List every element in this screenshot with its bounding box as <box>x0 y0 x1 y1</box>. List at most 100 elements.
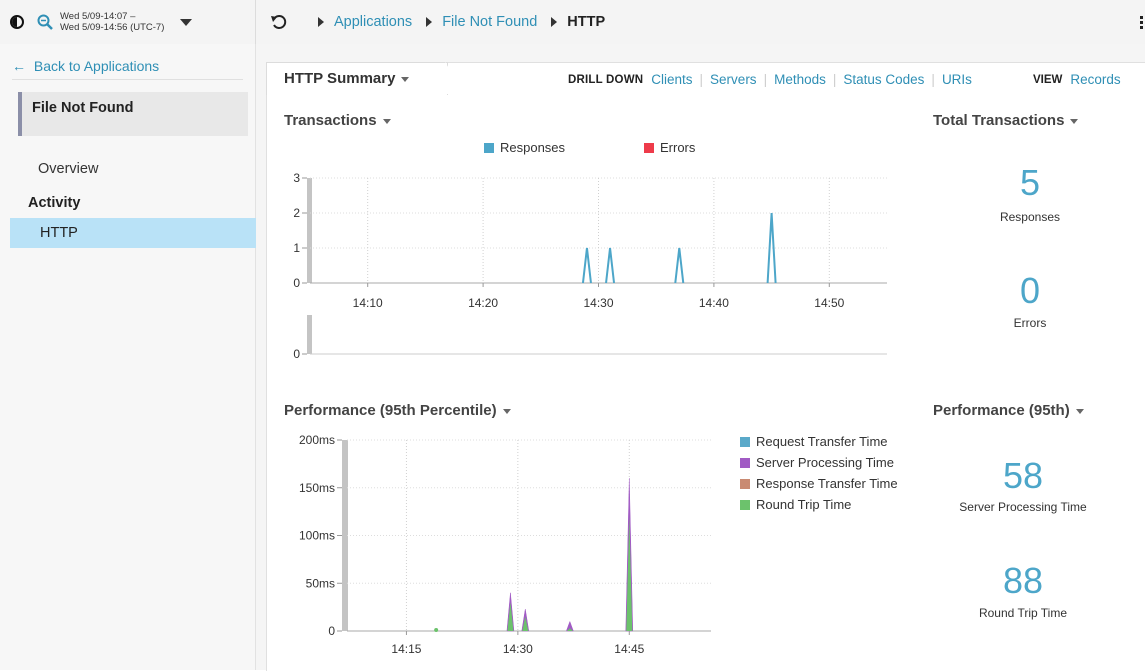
sidebar-item-http[interactable]: HTTP <box>10 218 256 248</box>
responses-label: Responses <box>999 210 1061 224</box>
sidebar: ← Back to Applications File Not Found Ov… <box>0 44 256 670</box>
sidebar-item-overview[interactable]: Overview <box>38 161 98 177</box>
drill-uris-link[interactable]: URIs <box>942 72 972 87</box>
more-menu-icon[interactable] <box>1140 16 1143 31</box>
time-range-selector[interactable]: Wed 5/09-14:07 – Wed 5/09-14:56 (UTC-7) <box>0 0 256 44</box>
view-records-link[interactable]: Records <box>1070 72 1120 87</box>
drill-servers-link[interactable]: Servers <box>710 72 757 87</box>
x-tick-label: 14:30 <box>503 642 533 656</box>
tab-notch <box>445 62 465 94</box>
transactions-title[interactable]: Transactions <box>284 112 391 129</box>
total-transactions-title-text: Total Transactions <box>933 112 1065 129</box>
x-tick-label: 14:50 <box>814 296 844 310</box>
zoom-icon[interactable] <box>36 13 54 31</box>
responses-spike <box>581 247 592 284</box>
responses-count: 5 <box>1019 162 1041 203</box>
y-tick-label: 1 <box>293 241 300 255</box>
drill-down-bar: DRILL DOWN Clients | Servers | Methods | St… <box>568 72 972 87</box>
top-bar: Wed 5/09-14:07 – Wed 5/09-14:56 (UTC-7) … <box>0 0 1145 45</box>
legend-server-processing-time[interactable]: Server Processing Time <box>740 455 894 470</box>
breadcrumb-applications[interactable]: Applications <box>334 14 412 30</box>
caret-down-icon <box>382 118 391 124</box>
performance-title[interactable]: Performance (95th Percentile) <box>284 402 511 419</box>
drill-clients-link[interactable]: Clients <box>651 72 692 87</box>
x-tick-label: 14:40 <box>699 296 729 310</box>
total-transactions-title[interactable]: Total Transactions <box>933 112 1079 129</box>
caret-down-icon <box>1075 408 1084 414</box>
legend-label: Responses <box>500 140 566 155</box>
tab-label-text: HTTP Summary <box>284 70 396 87</box>
caret-down-icon <box>502 408 511 414</box>
legend-label: Request Transfer Time <box>756 434 888 449</box>
x-tick-label: 14:30 <box>583 296 613 310</box>
breadcrumb-http: HTTP <box>567 14 606 30</box>
caret-down-icon <box>401 76 410 82</box>
view-bar: VIEW Records <box>1033 72 1121 87</box>
legend-round-trip-time[interactable]: Round Trip Time <box>740 497 851 512</box>
legend-errors[interactable]: Errors <box>644 140 695 155</box>
drill-methods-link[interactable]: Methods <box>774 72 826 87</box>
drill-status-codes-link[interactable]: Status Codes <box>843 72 924 87</box>
x-tick-label: 14:15 <box>391 642 421 656</box>
time-range-dropdown-icon[interactable] <box>180 18 193 26</box>
errors-count: 0 <box>1019 270 1041 311</box>
legend-swatch <box>740 499 750 510</box>
performance-95th-title-text: Performance (95th) <box>933 402 1070 419</box>
round-trip-point <box>434 628 439 632</box>
error-axis-bar <box>307 315 312 354</box>
time-range-end: Wed 5/09-14:56 (UTC-7) <box>60 22 165 33</box>
legend-swatch <box>740 478 750 489</box>
responses-spike <box>605 247 616 284</box>
breadcrumb: Applications File Not Found HTTP <box>318 0 605 44</box>
round-trip-label: Round Trip Time <box>978 606 1068 620</box>
breadcrumb-arrow-icon <box>551 17 558 27</box>
y-axis-bar <box>307 178 312 283</box>
x-tick-label: 14:10 <box>353 296 383 310</box>
y-tick-label: 150ms <box>299 481 335 495</box>
app-name: File Not Found <box>32 100 134 116</box>
y-tick-label: 2 <box>293 206 300 220</box>
y-tick-label: 3 <box>293 171 300 185</box>
time-range-text[interactable]: Wed 5/09-14:07 – Wed 5/09-14:56 (UTC-7) <box>60 11 164 33</box>
breadcrumb-arrow-icon <box>318 17 324 27</box>
drill-down-caption: DRILL DOWN <box>568 73 644 86</box>
legend-swatch <box>484 142 494 153</box>
performance-title-text: Performance (95th Percentile) <box>284 402 497 419</box>
y-tick-label: 100ms <box>299 529 335 543</box>
transactions-title-text: Transactions <box>284 112 377 129</box>
divider <box>12 79 243 80</box>
transactions-chart: 0 1 2 3 14:10 14:20 14:30 14:40 14:50 0 <box>293 171 887 361</box>
theme-toggle-icon[interactable] <box>10 15 24 29</box>
tab-http-summary-label[interactable]: HTTP Summary <box>284 70 410 87</box>
breadcrumb-arrow-icon <box>426 17 433 27</box>
responses-spike <box>674 247 685 284</box>
back-to-applications-link[interactable]: ← Back to Applications <box>12 58 159 74</box>
breadcrumb-file-not-found[interactable]: File Not Found <box>442 14 537 30</box>
legend-swatch <box>740 436 750 447</box>
y-tick-label: 0 <box>293 276 300 290</box>
undo-icon[interactable] <box>270 13 288 36</box>
legend-label: Server Processing Time <box>756 455 894 470</box>
errors-label: Errors <box>1013 316 1047 330</box>
x-tick-label: 14:20 <box>468 296 498 310</box>
legend-response-transfer-time[interactable]: Response Transfer Time <box>740 476 898 491</box>
legend-swatch <box>740 457 750 468</box>
view-caption: VIEW <box>1033 73 1063 86</box>
y-tick-label: 50ms <box>306 576 335 590</box>
server-processing-value: 58 <box>1002 455 1044 496</box>
legend-swatch <box>644 142 654 153</box>
server-processing-label: Server Processing Time <box>959 500 1087 514</box>
sidebar-heading-activity: Activity <box>28 195 81 211</box>
legend-responses[interactable]: Responses <box>484 140 565 155</box>
sidebar-item-label: HTTP <box>40 225 78 241</box>
legend-request-transfer-time[interactable]: Request Transfer Time <box>740 434 888 449</box>
legend-label: Errors <box>660 140 696 155</box>
responses-spike <box>766 212 777 284</box>
performance-95th-title[interactable]: Performance (95th) <box>933 402 1084 419</box>
arrow-left-icon: ← <box>12 58 26 74</box>
time-range-start: Wed 5/09-14:07 – <box>60 11 136 22</box>
legend-label: Round Trip Time <box>756 497 852 512</box>
x-tick-label: 14:45 <box>614 642 644 656</box>
legend-label: Response Transfer Time <box>756 476 898 491</box>
performance-chart: 0 50ms 100ms 150ms 200ms 14:15 14:30 14:45 <box>299 433 711 656</box>
